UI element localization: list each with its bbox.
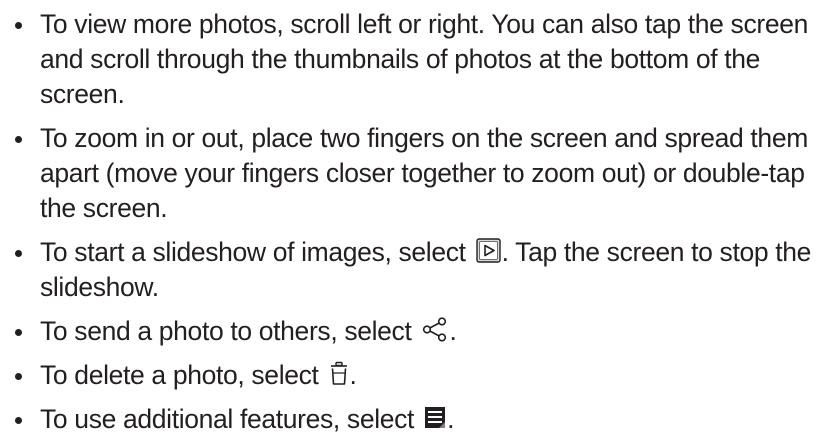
slideshow-icon (475, 238, 501, 263)
list-item-more-features: To use additional features, select . (0, 402, 825, 437)
list-item-text: To view more photos, scroll left or righ… (40, 9, 808, 109)
list-item-text-before: To delete a photo, select (40, 360, 326, 390)
menu-icon (424, 405, 446, 430)
list-item-text: To zoom in or out, place two fingers on … (40, 123, 808, 223)
trash-icon (329, 361, 349, 386)
list-item-delete: To delete a photo, select . (0, 358, 825, 393)
list-item-text-after: . (449, 316, 457, 346)
list-item-slideshow: To start a slideshow of images, select .… (0, 235, 825, 305)
share-icon (421, 317, 448, 342)
list-item-view-photos: To view more photos, scroll left or righ… (0, 7, 825, 112)
list-item-share: To send a photo to others, select . (0, 314, 825, 349)
instruction-list: To view more photos, scroll left or righ… (0, 7, 825, 437)
instruction-document: To view more photos, scroll left or righ… (0, 0, 825, 437)
list-item-zoom: To zoom in or out, place two fingers on … (0, 121, 825, 226)
list-item-text-before: To send a photo to others, select (40, 316, 419, 346)
list-item-text-after: . (349, 360, 357, 390)
list-item-text-before: To start a slideshow of images, select (40, 237, 473, 267)
